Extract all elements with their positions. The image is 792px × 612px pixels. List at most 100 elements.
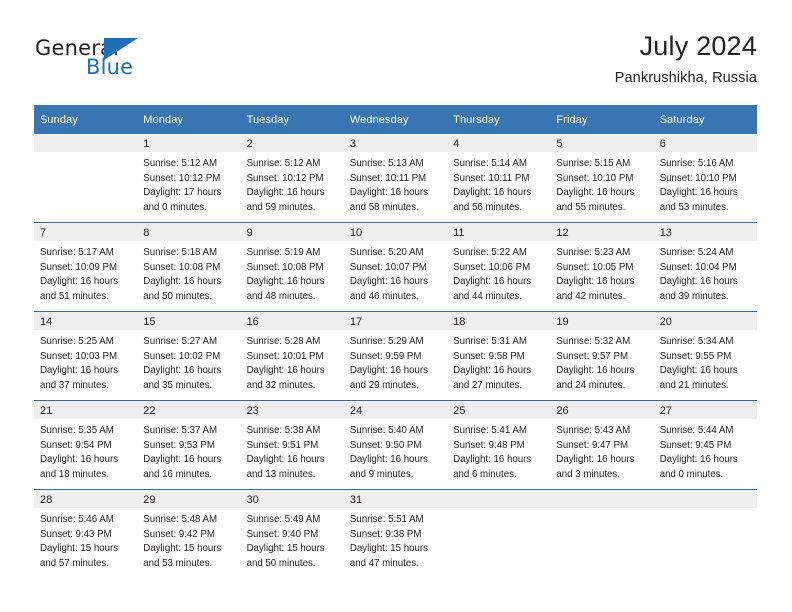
day-sun-info [550, 508, 653, 513]
day-number: 28 [34, 490, 138, 508]
day-cell-content: 26 Sunrise: 5:43 AM Sunset: 9:47 PM Dayligh… [550, 401, 654, 489]
day-sun-info: Sunrise: 5:31 AM Sunset: 9:58 PM Daylight:… [447, 330, 550, 393]
day-sun-info [654, 508, 757, 513]
calendar-day-cell[interactable]: 3 Sunrise: 5:13 AM Sunset: 10:11 PM Dayligh… [343, 134, 448, 223]
sun-info-sunset: Sunset: 9:38 PM [349, 528, 422, 540]
sun-info-daylight-line1: Daylight: 16 hours [659, 276, 738, 288]
calendar-day-cell[interactable]: 10 Sunrise: 5:20 AM Sunset: 10:07 PM Daylig… [343, 222, 448, 312]
day-cell-content: 27 Sunrise: 5:44 AM Sunset: 9:45 PM Dayligh… [653, 401, 757, 489]
calendar-day-cell[interactable]: 9 Sunrise: 5:19 AM Sunset: 10:08 PM Dayligh… [240, 222, 344, 312]
calendar-day-cell[interactable]: 21 Sunrise: 5:35 AM Sunset: 9:54 PM Dayligh… [34, 400, 138, 490]
sun-info-daylight-line2: and 32 minutes. [246, 379, 316, 391]
day-sun-info: Sunrise: 5:15 AM Sunset: 10:10 PM Daylight… [550, 152, 653, 215]
day-number [34, 134, 138, 152]
calendar-day-cell[interactable]: 31 Sunrise: 5:51 AM Sunset: 9:38 PM Dayligh… [343, 489, 448, 578]
calendar-day-cell[interactable]: 4 Sunrise: 5:14 AM Sunset: 10:11 PM Dayligh… [447, 134, 551, 223]
calendar-day-cell[interactable]: 22 Sunrise: 5:37 AM Sunset: 9:53 PM Dayligh… [137, 400, 241, 490]
calendar-day-cell[interactable]: 26 Sunrise: 5:43 AM Sunset: 9:47 PM Dayligh… [550, 400, 654, 490]
calendar-day-cell [447, 489, 551, 578]
day-cell-content: 1 Sunrise: 5:12 AM Sunset: 10:12 PM Dayligh… [137, 134, 241, 222]
sun-info-sunrise: Sunrise: 5:34 AM [659, 336, 734, 347]
calendar-day-cell[interactable]: 24 Sunrise: 5:40 AM Sunset: 9:50 PM Dayligh… [343, 400, 448, 490]
day-number: 19 [550, 312, 654, 330]
day-cell-content: 20 Sunrise: 5:34 AM Sunset: 9:55 PM Dayligh… [653, 312, 757, 400]
calendar-day-cell[interactable]: 8 Sunrise: 5:18 AM Sunset: 10:08 PM Dayligh… [137, 222, 241, 312]
day-sun-info: Sunrise: 5:27 AM Sunset: 10:02 PM Daylight… [137, 330, 240, 393]
calendar-day-cell[interactable]: 2 Sunrise: 5:12 AM Sunset: 10:12 PM Dayligh… [240, 134, 344, 223]
day-number: 15 [137, 312, 241, 330]
calendar-day-cell[interactable]: 19 Sunrise: 5:32 AM Sunset: 9:57 PM Dayligh… [550, 311, 654, 401]
page-header: General Blue July 2024 Pankrushikha, Rus… [0, 0, 792, 100]
calendar-day-cell[interactable]: 14 Sunrise: 5:25 AM Sunset: 10:03 PM Daylig… [34, 311, 138, 401]
day-number: 23 [240, 401, 344, 419]
day-cell-content: 23 Sunrise: 5:38 AM Sunset: 9:51 PM Dayligh… [240, 401, 344, 489]
calendar-day-cell[interactable]: 30 Sunrise: 5:49 AM Sunset: 9:40 PM Dayligh… [240, 489, 344, 578]
day-cell-content: 6 Sunrise: 5:16 AM Sunset: 10:10 PM Dayligh… [653, 134, 757, 222]
sun-info-sunset: Sunset: 10:08 PM [246, 261, 324, 273]
calendar-day-cell[interactable]: 6 Sunrise: 5:16 AM Sunset: 10:10 PM Dayligh… [653, 134, 757, 223]
day-number: 5 [550, 134, 654, 152]
calendar-day-cell[interactable]: 16 Sunrise: 5:28 AM Sunset: 10:01 PM Daylig… [240, 311, 344, 401]
day-sun-info: Sunrise: 5:40 AM Sunset: 9:50 PM Daylight:… [344, 419, 447, 482]
day-number: 31 [343, 490, 448, 508]
calendar-day-cell[interactable]: 23 Sunrise: 5:38 AM Sunset: 9:51 PM Dayligh… [240, 400, 344, 490]
calendar-week-row: 21 Sunrise: 5:35 AM Sunset: 9:54 PM Dayligh… [34, 400, 757, 490]
sun-info-daylight-line2: and 57 minutes. [40, 557, 109, 569]
sun-info-sunrise: Sunrise: 5:17 AM [40, 247, 114, 258]
calendar-day-cell[interactable]: 25 Sunrise: 5:41 AM Sunset: 9:48 PM Dayligh… [447, 400, 551, 490]
calendar-day-cell[interactable]: 17 Sunrise: 5:29 AM Sunset: 9:59 PM Dayligh… [343, 311, 448, 401]
calendar-day-cell[interactable]: 18 Sunrise: 5:31 AM Sunset: 9:58 PM Dayligh… [447, 311, 551, 401]
calendar-day-cell[interactable]: 1 Sunrise: 5:12 AM Sunset: 10:12 PM Dayligh… [137, 134, 241, 223]
day-cell-content: 4 Sunrise: 5:14 AM Sunset: 10:11 PM Dayligh… [447, 134, 551, 222]
calendar-day-cell[interactable]: 28 Sunrise: 5:46 AM Sunset: 9:43 PM Dayligh… [34, 489, 138, 578]
sun-info-sunrise: Sunrise: 5:29 AM [349, 336, 424, 347]
sun-info-sunrise: Sunrise: 5:51 AM [349, 514, 424, 525]
sun-info-daylight-line2: and 6 minutes. [453, 468, 517, 480]
calendar-day-cell[interactable]: 13 Sunrise: 5:24 AM Sunset: 10:04 PM Daylig… [653, 222, 757, 312]
sun-info-daylight-line2: and 56 minutes. [453, 201, 523, 213]
calendar-week-row: 1 Sunrise: 5:12 AM Sunset: 10:12 PM Dayligh… [34, 134, 757, 223]
calendar-day-cell[interactable]: 27 Sunrise: 5:44 AM Sunset: 9:45 PM Dayligh… [653, 400, 757, 490]
calendar-day-cell[interactable]: 5 Sunrise: 5:15 AM Sunset: 10:10 PM Dayligh… [550, 134, 654, 223]
sun-info-daylight-line1: Daylight: 16 hours [143, 276, 222, 288]
day-cell-content: 5 Sunrise: 5:15 AM Sunset: 10:10 PM Dayligh… [550, 134, 654, 222]
day-sun-info: Sunrise: 5:28 AM Sunset: 10:01 PM Daylight… [241, 330, 344, 393]
day-number: 25 [447, 401, 551, 419]
day-sun-info: Sunrise: 5:14 AM Sunset: 10:11 PM Daylight… [447, 152, 550, 215]
sun-info-sunrise: Sunrise: 5:24 AM [659, 247, 734, 258]
day-sun-info: Sunrise: 5:51 AM Sunset: 9:38 PM Daylight:… [344, 508, 447, 571]
day-cell-content: 8 Sunrise: 5:18 AM Sunset: 10:08 PM Dayligh… [137, 223, 241, 311]
sun-info-sunrise: Sunrise: 5:48 AM [143, 514, 218, 525]
day-number: 9 [240, 223, 344, 241]
sun-info-daylight-line2: and 53 minutes. [659, 201, 729, 213]
day-sun-info: Sunrise: 5:12 AM Sunset: 10:12 PM Daylight… [137, 152, 240, 215]
calendar-day-cell[interactable]: 7 Sunrise: 5:17 AM Sunset: 10:09 PM Dayligh… [34, 222, 138, 312]
calendar-day-cell[interactable]: 12 Sunrise: 5:23 AM Sunset: 10:05 PM Daylig… [550, 222, 654, 312]
day-number: 6 [653, 134, 757, 152]
sun-info-daylight-line2: and 9 minutes. [349, 468, 414, 480]
sun-info-daylight-line1: Daylight: 16 hours [453, 454, 532, 466]
day-number: 13 [653, 223, 757, 241]
sun-info-sunrise: Sunrise: 5:22 AM [453, 247, 527, 258]
sun-info-daylight-line1: Daylight: 15 hours [349, 543, 428, 555]
sun-info-sunset: Sunset: 9:54 PM [40, 439, 112, 451]
sun-info-daylight-line2: and 55 minutes. [556, 201, 626, 213]
sun-info-daylight-line1: Daylight: 16 hours [556, 365, 635, 377]
day-number: 18 [447, 312, 551, 330]
sun-info-sunrise: Sunrise: 5:38 AM [246, 425, 321, 436]
sun-info-sunrise: Sunrise: 5:20 AM [349, 247, 424, 258]
calendar-day-cell[interactable]: 29 Sunrise: 5:48 AM Sunset: 9:42 PM Dayligh… [137, 489, 241, 578]
calendar-day-cell[interactable]: 11 Sunrise: 5:22 AM Sunset: 10:06 PM Daylig… [447, 222, 551, 312]
sun-info-sunset: Sunset: 10:11 PM [349, 172, 427, 184]
day-cell-content: 3 Sunrise: 5:13 AM Sunset: 10:11 PM Dayligh… [343, 134, 448, 222]
sun-info-sunset: Sunset: 9:48 PM [453, 439, 525, 451]
day-number: 22 [137, 401, 241, 419]
calendar-header-row: Sunday Monday Tuesday Wednesday Thursday… [34, 105, 757, 134]
sun-info-sunset: Sunset: 9:42 PM [143, 528, 215, 540]
sun-info-daylight-line1: Daylight: 16 hours [349, 187, 428, 199]
sun-info-daylight-line2: and 24 minutes. [556, 379, 626, 391]
calendar-day-cell[interactable]: 20 Sunrise: 5:34 AM Sunset: 9:55 PM Dayligh… [653, 311, 757, 401]
sun-info-sunset: Sunset: 10:09 PM [40, 261, 118, 273]
day-number: 8 [137, 223, 241, 241]
calendar-day-cell[interactable]: 15 Sunrise: 5:27 AM Sunset: 10:02 PM Daylig… [137, 311, 241, 401]
